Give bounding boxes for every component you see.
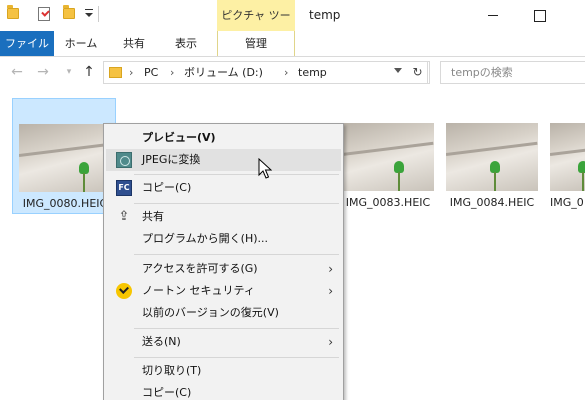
tab-home[interactable]: ホーム <box>58 31 104 56</box>
tab-manage[interactable]: 管理 <box>217 31 295 56</box>
menu-separator <box>134 357 339 358</box>
navigation-bar: ← → ▾ ↑ › PC › ボリューム (D:) › temp ↻ tempの… <box>0 57 585 89</box>
file-name: IMG_0083.HEIC <box>345 196 431 209</box>
minimize-button[interactable] <box>470 0 516 31</box>
search-input[interactable]: tempの検索 <box>440 61 585 84</box>
folder-icon[interactable] <box>7 5 19 19</box>
window-title: temp <box>309 8 341 22</box>
toolbar-divider <box>98 6 99 22</box>
refresh-icon[interactable]: ↻ <box>408 61 428 84</box>
recent-locations-chevron-icon[interactable]: ▾ <box>62 65 76 79</box>
menu-item-fastcopy[interactable]: FC コピー(C) <box>106 177 341 199</box>
submenu-chevron-icon: › <box>328 284 333 298</box>
menu-item-send-to[interactable]: 送る(N) › <box>106 331 341 353</box>
address-folder-icon <box>109 67 122 78</box>
menu-item-convert-jpeg[interactable]: JPEGに変換 <box>106 149 341 171</box>
share-icon: ⇪ <box>118 209 130 224</box>
file-item[interactable]: IMG_0080.HEIC <box>12 98 116 214</box>
thumbnail-image <box>446 123 538 191</box>
menu-separator <box>134 174 339 175</box>
tab-view[interactable]: 表示 <box>164 31 208 56</box>
breadcrumb-separator-icon[interactable]: › <box>284 62 288 83</box>
quick-access-dropdown-icon[interactable] <box>85 9 93 17</box>
menu-item-share[interactable]: ⇪ 共有 <box>106 206 341 228</box>
breadcrumb-temp[interactable]: temp <box>298 62 327 83</box>
breadcrumb-separator-icon[interactable]: › <box>129 62 133 83</box>
menu-item-cut[interactable]: 切り取り(T) <box>106 360 341 382</box>
thumbnail-image <box>19 124 111 192</box>
tab-share[interactable]: 共有 <box>112 31 156 56</box>
file-item[interactable]: IMG_0084.HEIC <box>440 98 544 214</box>
context-menu: プレビュー(V) JPEGに変換 FC コピー(C) ⇪ 共有 プログラムから開… <box>103 123 344 400</box>
menu-item-copy[interactable]: コピー(C) <box>106 382 341 400</box>
file-name: IMG_0 <box>550 196 584 209</box>
thumbnail-image <box>342 123 434 191</box>
address-dropdown-icon[interactable] <box>394 68 402 73</box>
thumbnail-image <box>550 123 585 191</box>
jpeg-convert-icon <box>116 152 132 168</box>
maximize-button[interactable] <box>516 0 562 31</box>
ribbon-tabs: ファイル ホーム 共有 表示 管理 <box>0 31 585 57</box>
submenu-chevron-icon: › <box>328 335 333 349</box>
up-arrow-icon[interactable]: ↑ <box>82 65 96 79</box>
breadcrumb-separator-icon[interactable]: › <box>170 62 174 83</box>
menu-item-norton[interactable]: ノートン セキュリティ › <box>106 280 341 302</box>
tab-file[interactable]: ファイル <box>0 31 54 56</box>
forward-arrow-icon[interactable]: → <box>36 65 50 79</box>
breadcrumb-pc[interactable]: PC <box>144 62 158 83</box>
file-item[interactable]: IMG_0 <box>544 98 585 214</box>
breadcrumb-volume-d[interactable]: ボリューム (D:) <box>184 62 263 83</box>
menu-separator <box>134 203 339 204</box>
menu-item-open-with[interactable]: プログラムから開く(H)... <box>106 228 341 250</box>
file-item[interactable]: IMG_0083.HEIC <box>336 98 440 214</box>
fastcopy-icon: FC <box>116 180 132 196</box>
search-placeholder: tempの検索 <box>451 66 513 79</box>
menu-item-give-access[interactable]: アクセスを許可する(G) › <box>106 258 341 280</box>
new-folder-icon[interactable] <box>63 5 75 19</box>
menu-separator <box>134 254 339 255</box>
address-bar[interactable]: › PC › ボリューム (D:) › temp <box>103 61 430 84</box>
file-name: IMG_0084.HEIC <box>449 196 535 209</box>
title-bar: ピクチャ ツール temp <box>0 0 585 53</box>
norton-icon <box>116 283 132 299</box>
properties-check-icon[interactable] <box>38 7 50 21</box>
menu-item-restore-versions[interactable]: 以前のバージョンの復元(V) <box>106 302 341 324</box>
picture-tools-label: ピクチャ ツール <box>217 0 295 53</box>
back-arrow-icon[interactable]: ← <box>10 65 24 79</box>
menu-separator <box>134 328 339 329</box>
file-name: IMG_0080.HEIC <box>22 197 108 210</box>
menu-item-preview[interactable]: プレビュー(V) <box>106 127 341 149</box>
mouse-pointer-icon <box>258 158 272 179</box>
submenu-chevron-icon: › <box>328 262 333 276</box>
